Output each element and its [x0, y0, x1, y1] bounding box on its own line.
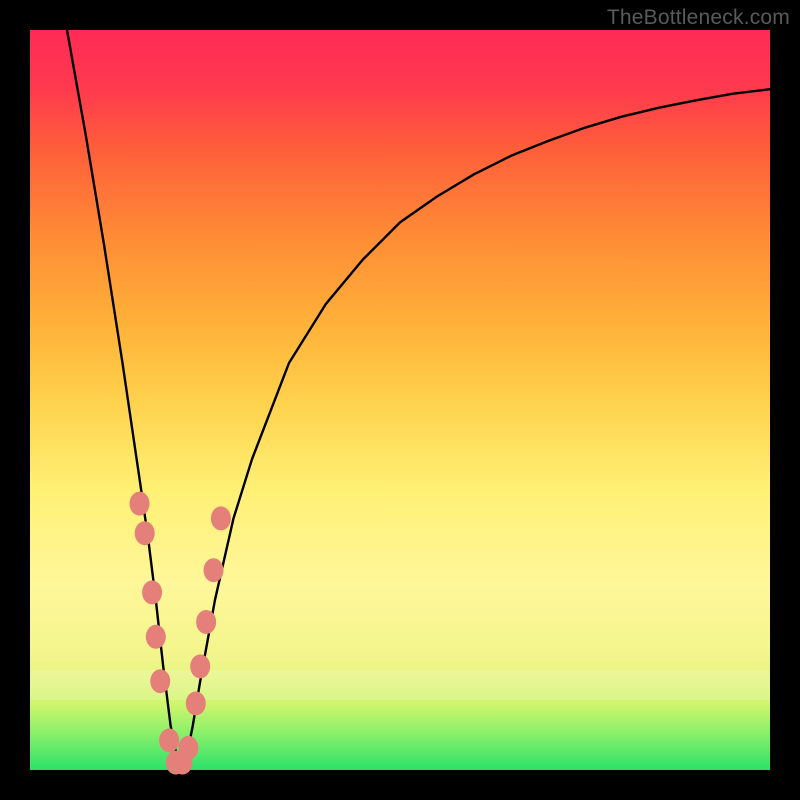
curve-marker: [204, 558, 224, 582]
curve-marker: [142, 580, 162, 604]
curve-marker: [146, 625, 166, 649]
curve-marker: [135, 521, 155, 545]
bottleneck-curve: [67, 30, 770, 763]
curve-marker: [130, 492, 150, 516]
curve-marker: [178, 736, 198, 760]
curve-markers: [130, 492, 231, 775]
watermark-text: TheBottleneck.com: [607, 6, 790, 30]
curve-marker: [186, 691, 206, 715]
plot-area: [30, 30, 770, 770]
curve-marker: [196, 610, 216, 634]
curve-marker: [150, 669, 170, 693]
chart-frame: TheBottleneck.com: [0, 0, 800, 800]
curve-layer: [30, 30, 770, 770]
curve-marker: [190, 654, 210, 678]
curve-marker: [159, 728, 179, 752]
curve-marker: [211, 506, 231, 530]
